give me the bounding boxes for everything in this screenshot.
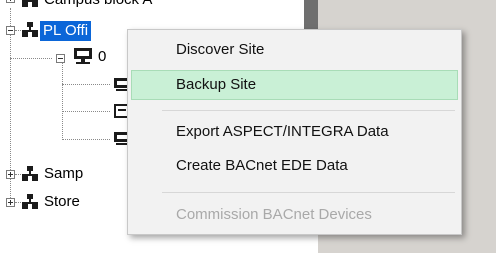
tree-line bbox=[62, 139, 110, 141]
tree-item-label[interactable]: 0 bbox=[98, 47, 106, 67]
context-menu: Discover Site Backup Site Export ASPECT/… bbox=[127, 29, 462, 235]
tree-item-label[interactable]: Samp bbox=[44, 164, 83, 184]
menu-item-backup-site[interactable]: Backup Site bbox=[176, 75, 256, 95]
menu-item-create-bacnet-ede[interactable]: Create BACnet EDE Data bbox=[176, 156, 348, 176]
tree-line bbox=[10, 58, 52, 60]
monitor-icon bbox=[74, 48, 92, 66]
menu-item-discover-site[interactable]: Discover Site bbox=[176, 40, 264, 60]
menu-item-commission-bacnet-devices: Commission BACnet Devices bbox=[176, 206, 372, 223]
menu-separator bbox=[162, 192, 455, 193]
tree-item-label[interactable]: Campus block A bbox=[44, 0, 152, 10]
site-icon bbox=[22, 194, 38, 210]
expand-icon[interactable] bbox=[6, 0, 15, 3]
expand-icon[interactable] bbox=[6, 170, 15, 179]
tree-item-label[interactable]: Store bbox=[44, 192, 80, 212]
tree-line bbox=[62, 84, 110, 86]
collapse-icon[interactable] bbox=[56, 54, 65, 63]
menu-separator bbox=[162, 110, 455, 111]
site-icon bbox=[22, 22, 38, 38]
tree-line bbox=[15, 30, 21, 32]
tree-line bbox=[15, 202, 21, 204]
tree-line bbox=[62, 111, 110, 113]
tree-line bbox=[62, 58, 64, 140]
tree-item-label-selected[interactable]: PL Offi bbox=[40, 21, 92, 41]
site-icon bbox=[22, 166, 38, 182]
tree-line bbox=[15, 174, 21, 176]
expand-icon[interactable] bbox=[6, 198, 15, 207]
collapse-icon[interactable] bbox=[6, 26, 15, 35]
menu-item-export-aspect-integra[interactable]: Export ASPECT/INTEGRA Data bbox=[176, 122, 389, 142]
site-icon bbox=[22, 0, 38, 8]
